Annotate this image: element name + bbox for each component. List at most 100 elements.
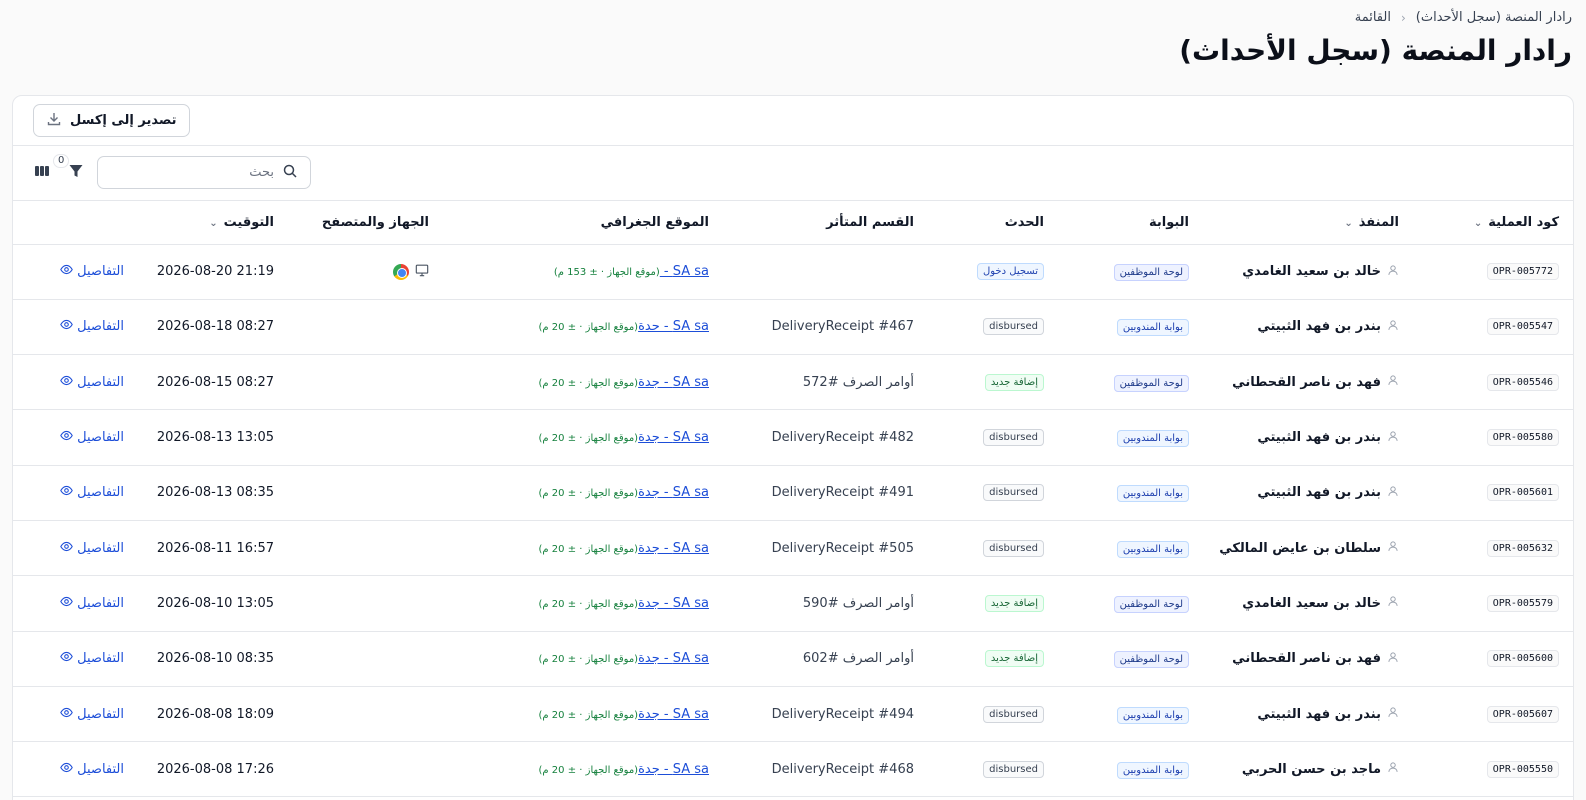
cell-geo: SA sa - جدة(موقع الجهاز · ± 20 م) xyxy=(443,520,723,575)
table-row: OPR-005632 سلطان بن عايض المالكي بوابة الم… xyxy=(13,520,1573,576)
cell-device xyxy=(288,631,443,686)
cell-actions: التفاصيل xyxy=(13,686,138,741)
geo-location-link[interactable]: SA sa - جدة xyxy=(638,762,709,777)
event-badge: تسجيل دخول xyxy=(977,263,1044,281)
details-label: التفاصيل xyxy=(77,651,124,667)
user-icon xyxy=(1387,595,1399,611)
eye-icon xyxy=(60,263,73,280)
cell-geo: SA sa - جدة(موقع الجهاز · ± 20 م) xyxy=(443,742,723,797)
details-label: التفاصيل xyxy=(77,264,124,280)
geo-location-link[interactable]: SA sa - جدة xyxy=(638,707,709,722)
geo-accuracy: (موقع الجهاز · ± 20 م) xyxy=(538,598,639,610)
page-title: رادار المنصة (سجل الأحداث) xyxy=(1179,34,1572,67)
header-actions xyxy=(13,201,138,244)
chevron-down-icon: ⌄ xyxy=(209,217,218,229)
details-label: التفاصيل xyxy=(77,430,124,446)
cell-code: OPR-005546 xyxy=(1413,355,1573,410)
cell-actor: بندر بن فهد الثبيتي xyxy=(1203,465,1413,520)
cell-actions: التفاصيل xyxy=(13,520,138,575)
event-badge: disbursed xyxy=(983,760,1044,778)
cell-geo: SA sa - (موقع الجهاز · ± 153 م) xyxy=(443,244,723,299)
details-link[interactable]: التفاصيل xyxy=(60,650,124,667)
operation-code: OPR-005632 xyxy=(1486,539,1559,557)
details-label: التفاصيل xyxy=(77,595,124,611)
eye-icon xyxy=(60,761,73,778)
cell-section: DeliveryReceipt #482 xyxy=(723,410,928,465)
cell-portal: بوابة المندوبين xyxy=(1058,520,1203,575)
event-badge: إضافة جديد xyxy=(984,594,1044,612)
geo-location-link[interactable]: SA sa - xyxy=(660,264,709,279)
cell-code: OPR-005547 xyxy=(1413,299,1573,354)
details-link[interactable]: التفاصيل xyxy=(60,263,124,280)
geo-location-link[interactable]: SA sa - جدة xyxy=(638,430,709,445)
geo-location-link[interactable]: SA sa - جدة xyxy=(638,651,709,666)
header-device: الجهاز والمتصفح xyxy=(321,214,429,230)
event-time: 2026-08-13 13:05 xyxy=(156,430,274,446)
event-time: 2026-08-10 13:05 xyxy=(156,595,274,611)
cell-device xyxy=(288,465,443,520)
header-actor[interactable]: المنفذ⌄ xyxy=(1203,201,1413,244)
table-row: OPR-005601 بندر بن فهد الثبيتي بوابة المند… xyxy=(13,465,1573,521)
cell-actor: فهد بن ناصر القحطاني xyxy=(1203,355,1413,410)
details-link[interactable]: التفاصيل xyxy=(60,484,124,501)
details-link[interactable]: التفاصيل xyxy=(60,540,124,557)
event-time: 2026-08-15 08:27 xyxy=(156,374,274,390)
cell-code: OPR-005601 xyxy=(1413,465,1573,520)
details-link[interactable]: التفاصيل xyxy=(60,374,124,391)
user-icon xyxy=(1387,485,1399,501)
cell-time: 2026-08-18 08:27 xyxy=(138,299,288,354)
header-time[interactable]: التوقيت⌄ xyxy=(138,201,288,244)
cell-device xyxy=(288,410,443,465)
event-time: 2026-08-18 08:27 xyxy=(156,319,274,335)
actor-name: بندر بن فهد الثبيتي xyxy=(1257,430,1381,446)
table-row: OPR-005550 ماجد بن حسن الحربي بوابة المندو… xyxy=(13,742,1573,797)
columns-toggle-button[interactable] xyxy=(33,164,51,182)
cell-code: OPR-005579 xyxy=(1413,576,1573,631)
cell-event: disbursed xyxy=(928,465,1058,520)
cell-device xyxy=(288,742,443,797)
cell-time: 2026-08-13 13:05 xyxy=(138,410,288,465)
user-icon xyxy=(1387,706,1399,722)
details-link[interactable]: التفاصيل xyxy=(60,429,124,446)
geo-location-link[interactable]: SA sa - جدة xyxy=(638,596,709,611)
cell-device xyxy=(288,299,443,354)
event-time: 2026-08-08 17:26 xyxy=(156,761,274,777)
cell-time: 2026-08-10 13:05 xyxy=(138,576,288,631)
cell-actions: التفاصيل xyxy=(13,742,138,797)
export-excel-button[interactable]: تصدير إلى إكسل xyxy=(33,104,190,137)
table-header-row: كود العملية⌄ المنفذ⌄ البوابة الحدث القسم… xyxy=(13,201,1573,244)
details-link[interactable]: التفاصيل xyxy=(60,318,124,335)
cell-section: أوامر الصرف #572 xyxy=(723,355,928,410)
details-link[interactable]: التفاصيل xyxy=(60,761,124,778)
cell-geo: SA sa - جدة(موقع الجهاز · ± 20 م) xyxy=(443,686,723,741)
breadcrumb-root-link[interactable]: رادار المنصة (سجل الأحداث) xyxy=(1416,10,1572,25)
event-badge: disbursed xyxy=(983,318,1044,336)
search-input[interactable] xyxy=(104,165,274,180)
header-code[interactable]: كود العملية⌄ xyxy=(1413,201,1573,244)
portal-badge: بوابة المندوبين xyxy=(1116,540,1189,558)
details-link[interactable]: التفاصيل xyxy=(60,595,124,612)
filter-icon xyxy=(68,163,84,183)
geo-location-link[interactable]: SA sa - جدة xyxy=(638,485,709,500)
events-card: تصدير إلى إكسل 0 xyxy=(12,95,1574,800)
filter-button[interactable] xyxy=(65,162,87,184)
eye-icon xyxy=(60,374,73,391)
affected-section: أوامر الصرف #602 xyxy=(802,651,914,667)
cell-event: إضافة جديد xyxy=(928,355,1058,410)
cell-portal: لوحة الموظفين xyxy=(1058,244,1203,299)
cell-geo: SA sa - جدة(موقع الجهاز · ± 20 م) xyxy=(443,465,723,520)
cell-actions: التفاصيل xyxy=(13,631,138,686)
event-badge: disbursed xyxy=(983,705,1044,723)
cell-time: 2026-08-20 21:19 xyxy=(138,244,288,299)
geo-location-link[interactable]: SA sa - جدة xyxy=(638,375,709,390)
eye-icon xyxy=(60,318,73,335)
event-badge: disbursed xyxy=(983,539,1044,557)
header-geo: الموقع الجغرافي xyxy=(600,214,709,230)
breadcrumb: رادار المنصة (سجل الأحداث) ‹ القائمة xyxy=(1355,10,1572,25)
cell-actor: بندر بن فهد الثبيتي xyxy=(1203,299,1413,354)
geo-location-link[interactable]: SA sa - جدة xyxy=(638,319,709,334)
search-box xyxy=(97,156,311,189)
affected-section: أوامر الصرف #572 xyxy=(802,374,914,390)
geo-location-link[interactable]: SA sa - جدة xyxy=(638,541,709,556)
details-link[interactable]: التفاصيل xyxy=(60,706,124,723)
